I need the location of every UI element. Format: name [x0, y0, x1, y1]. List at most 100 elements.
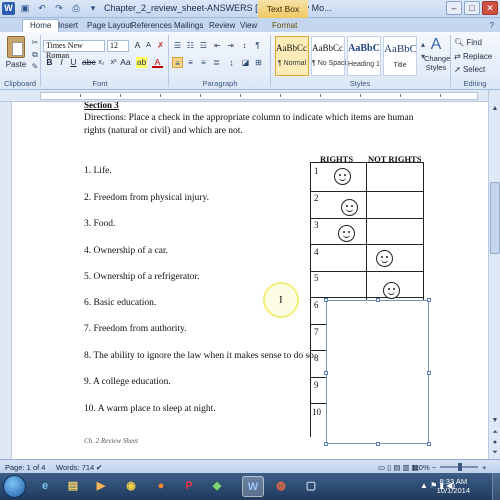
resize-handle[interactable] — [376, 442, 380, 446]
line-spacing-icon[interactable]: ↨ — [226, 57, 237, 68]
font-size-box[interactable]: 12 — [107, 40, 129, 52]
highlight-icon[interactable]: ab — [136, 57, 147, 68]
grow-font-icon[interactable]: A — [132, 40, 143, 51]
minimize-button[interactable]: – — [446, 1, 462, 15]
align-right-button[interactable]: ≡ — [198, 57, 209, 68]
multilevel-list-icon[interactable]: ☲ — [198, 40, 209, 51]
redo-icon[interactable]: ↷ — [52, 2, 66, 15]
decrease-indent-icon[interactable]: ⇤ — [212, 40, 223, 51]
zoom-slider-knob[interactable] — [458, 463, 462, 471]
tab-mailings[interactable]: Mailings — [174, 20, 203, 32]
scroll-up-icon[interactable]: ▲ — [490, 104, 500, 114]
app-icon[interactable]: ▢ — [300, 476, 322, 497]
resize-handle[interactable] — [324, 442, 328, 446]
smiley-face-icon[interactable] — [383, 282, 400, 299]
replace-button[interactable]: ⇄ Replace — [454, 52, 492, 61]
font-name-box[interactable]: Times New Roman — [43, 40, 105, 60]
find-button[interactable]: 🔍︎ Find — [454, 38, 482, 47]
smiley-face-icon[interactable] — [338, 225, 355, 242]
strikethrough-button[interactable]: abc — [82, 57, 96, 68]
help-icon[interactable]: ? — [490, 20, 494, 32]
bullets-icon[interactable]: ☰ — [172, 40, 183, 51]
previous-page-icon[interactable]: ⏶ — [490, 428, 500, 438]
app-icon[interactable]: ◆ — [206, 476, 228, 497]
word-taskbar-icon[interactable]: W — [242, 476, 264, 497]
resize-handle[interactable] — [427, 442, 431, 446]
tab-review[interactable]: Review — [209, 20, 235, 32]
file-explorer-icon[interactable]: ▤ — [62, 476, 84, 497]
tab-home[interactable]: Home — [22, 19, 60, 32]
maximize-button[interactable]: □ — [464, 1, 480, 15]
borders-icon[interactable]: ⊞ — [253, 57, 264, 68]
shrink-font-icon[interactable]: A — [143, 40, 154, 51]
selected-text-box[interactable] — [324, 298, 431, 446]
resize-handle[interactable] — [427, 298, 431, 302]
change-styles-button[interactable]: A Change Styles — [424, 36, 450, 72]
style-normal[interactable]: AaBbCcI ¶ Normal — [275, 36, 309, 76]
browse-object-icon[interactable]: ● — [490, 438, 500, 448]
customize-qat-icon[interactable]: ▾ — [86, 2, 100, 15]
tab-references[interactable]: References — [131, 20, 172, 32]
show-hide-marks-icon[interactable]: ¶ — [252, 40, 263, 51]
style-no-spacing[interactable]: AaBbCcI ¶ No Spaci... — [311, 36, 352, 76]
scroll-down-icon[interactable]: ▼ — [490, 416, 500, 426]
copy-icon[interactable]: ⧉ — [30, 50, 40, 59]
tab-format[interactable]: Format — [272, 20, 297, 32]
style-title[interactable]: AaBbC Title — [383, 36, 417, 76]
show-desktop-button[interactable] — [492, 473, 500, 500]
print-icon[interactable]: ⎙ — [69, 2, 83, 15]
cut-icon[interactable]: ✂ — [30, 38, 40, 47]
undo-icon[interactable]: ↶ — [35, 2, 49, 15]
clock[interactable]: 8:33 AM 10/1/2014 — [437, 477, 470, 495]
tab-view[interactable]: View — [240, 20, 257, 32]
save-icon[interactable]: ▣ — [18, 2, 32, 15]
proofing-icon[interactable]: ✔ — [96, 463, 102, 472]
word-app-icon[interactable]: W — [2, 2, 15, 15]
powerpoint-icon[interactable]: P — [178, 476, 200, 497]
page-count[interactable]: Page: 1 of 4 — [5, 463, 45, 472]
tab-insert[interactable]: Insert — [58, 20, 78, 32]
sort-icon[interactable]: ↕ — [239, 40, 250, 51]
change-case-icon[interactable]: Aa — [120, 57, 131, 68]
justify-button[interactable]: ≣ — [211, 57, 222, 68]
align-center-button[interactable]: ≡ — [185, 57, 196, 68]
resize-handle[interactable] — [427, 371, 431, 375]
numbering-icon[interactable]: ☷ — [185, 40, 196, 51]
align-left-button[interactable]: ≡ — [172, 57, 183, 68]
select-button[interactable]: ➚ Select — [454, 65, 485, 74]
media-player-icon[interactable]: ▶ — [90, 476, 112, 497]
vertical-ruler[interactable] — [0, 102, 12, 459]
italic-button[interactable]: I — [56, 57, 67, 68]
smiley-face-icon[interactable] — [376, 250, 393, 267]
zoom-level[interactable]: 110% — [411, 463, 430, 472]
horizontal-ruler[interactable] — [0, 90, 500, 102]
tab-page-layout[interactable]: Page Layout — [87, 20, 132, 32]
smiley-face-icon[interactable] — [341, 199, 358, 216]
word-count[interactable]: Words: 714 — [56, 463, 94, 472]
zoom-in-icon[interactable]: + — [482, 463, 486, 472]
next-page-icon[interactable]: ⏷ — [490, 448, 500, 458]
vertical-scrollbar[interactable]: ▲ ▼ ⏶ ● ⏷ — [488, 90, 500, 459]
underline-button[interactable]: U — [68, 57, 79, 68]
resize-handle[interactable] — [324, 371, 328, 375]
subscript-button[interactable]: x₂ — [96, 57, 107, 68]
bold-button[interactable]: B — [44, 57, 55, 68]
zoom-out-icon[interactable]: − — [432, 463, 436, 472]
clear-formatting-icon[interactable]: ✗ — [155, 40, 166, 51]
superscript-button[interactable]: x² — [108, 57, 119, 68]
close-button[interactable]: ✕ — [482, 1, 498, 15]
scroll-thumb[interactable] — [490, 182, 500, 254]
chrome-icon[interactable]: ◉ — [120, 476, 142, 497]
internet-explorer-icon[interactable]: e — [34, 476, 56, 497]
paste-button[interactable]: Paste — [4, 36, 28, 76]
zoom-slider[interactable] — [440, 463, 478, 471]
shading-icon[interactable]: ◪ — [240, 57, 251, 68]
format-painter-icon[interactable]: ✎ — [30, 62, 40, 71]
style-heading-1[interactable]: AaBbC Heading 1 — [347, 36, 381, 76]
increase-indent-icon[interactable]: ⇥ — [225, 40, 236, 51]
recorder-icon[interactable]: ◍ — [270, 476, 292, 497]
font-color-icon[interactable]: A — [152, 57, 163, 68]
smiley-face-icon[interactable] — [334, 168, 351, 185]
start-button[interactable] — [3, 475, 26, 498]
resize-handle[interactable] — [376, 298, 380, 302]
